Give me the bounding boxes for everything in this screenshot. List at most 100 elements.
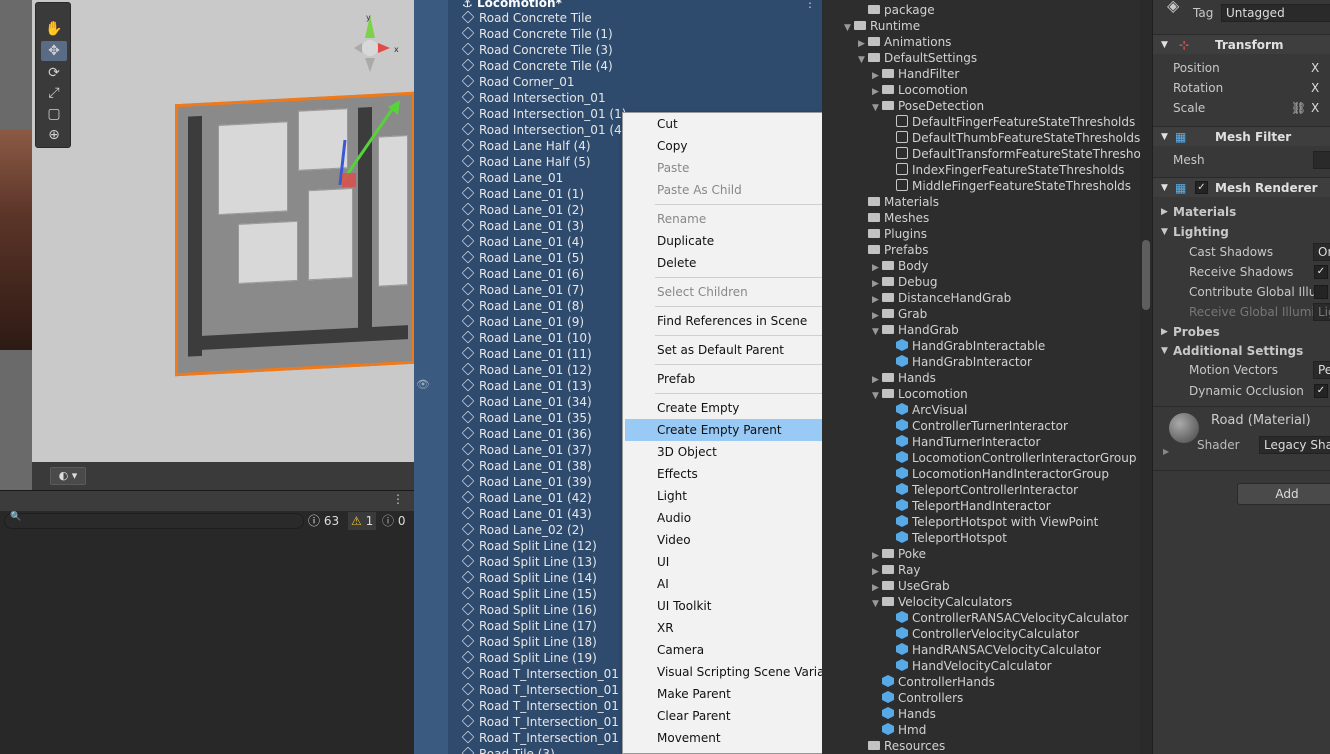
dynamic-occlusion-checkbox[interactable]: ✓ [1314,384,1328,398]
expand-arrow-icon[interactable]: ▶ [1163,447,1169,456]
project-asset[interactable]: TeleportHandInteractor [886,498,1051,514]
hierarchy-item[interactable]: Road Intersection_01 (1) [461,106,626,122]
hierarchy-item[interactable]: Road T_Intersection_01 (6 [461,714,635,730]
scene-root[interactable]: ⚓ Locomotion* [462,0,562,10]
collapse-arrow-icon[interactable]: ▼ [872,324,882,340]
hierarchy-item[interactable]: Road T_Intersection_01 (9 [461,730,635,746]
scene-menu-icon[interactable]: ⋮ [804,0,816,10]
project-folder[interactable]: ▼ DefaultSettings [858,50,977,66]
hierarchy-item[interactable]: Road Lane_01 (4) [461,234,584,250]
tag-dropdown[interactable]: Untagged [1221,4,1330,22]
project-asset[interactable]: ControllerHands [872,674,995,690]
hierarchy-item[interactable]: Road T_Intersection_01 (1 [461,682,635,698]
mesh-renderer-header[interactable]: ▼ ▦ ✓ Mesh Renderer [1153,177,1330,197]
hierarchy-item[interactable]: Road Lane_01 (39) [461,474,592,490]
collapse-arrow-icon[interactable]: ▼ [872,100,882,116]
error-count-badge[interactable]: ⓘ 0 [382,512,405,530]
hierarchy-item[interactable]: Road Split Line (17) [461,618,597,634]
project-asset[interactable]: ArcVisual [886,402,967,418]
project-asset[interactable]: DefaultFingerFeatureStateThresholds [886,114,1135,130]
warning-count-badge[interactable]: ⚠ 1 [348,512,377,530]
lighting-foldout[interactable]: ▼ Lighting [1153,222,1330,242]
project-asset[interactable]: TeleportHotspot [886,530,1007,546]
hierarchy-item[interactable]: Road Lane Half (5) [461,154,591,170]
hierarchy-item[interactable]: Road Split Line (13) [461,554,597,570]
scale-tool-icon[interactable]: ⤢ [41,83,67,103]
hierarchy-item[interactable]: Road Lane_01 (11) [461,346,592,362]
project-folder[interactable]: ▶ Poke [872,546,926,562]
project-folder[interactable]: ▶ Body [872,258,928,274]
mesh-field[interactable] [1313,151,1330,169]
hierarchy-item[interactable]: Road Tile (3) [461,746,555,754]
log-count-badge[interactable]: ⓘ 63 [308,512,339,530]
probes-foldout[interactable]: ▶ Probes [1153,322,1330,342]
project-folder[interactable]: Plugins [858,226,927,242]
cast-shadows-dropdown[interactable]: On [1313,243,1330,261]
transform-tool-icon[interactable]: ⊕ [41,125,67,145]
project-folder[interactable]: Prefabs [858,242,929,258]
project-folder[interactable]: ▶ Animations [858,34,951,50]
motion-vectors-dropdown[interactable]: Pe [1313,361,1330,379]
hierarchy-item[interactable]: Road Lane_01 (34) [461,394,592,410]
hierarchy-item[interactable]: Road Concrete Tile (1) [461,26,613,42]
hierarchy-item[interactable]: Road Split Line (18) [461,634,597,650]
hierarchy-item[interactable]: Road Corner_01 [461,74,575,90]
project-folder[interactable]: ▶ Ray [872,562,921,578]
project-scroll-thumb[interactable] [1142,240,1150,310]
more-menu-icon[interactable]: ⋮ [392,492,404,506]
hierarchy-item[interactable]: Road Lane_01 (10) [461,330,592,346]
rect-tool-icon[interactable]: ▢ [41,104,67,124]
project-asset[interactable]: TeleportControllerInteractor [886,482,1078,498]
hierarchy-item[interactable]: Road Lane_01 (12) [461,362,592,378]
hierarchy-item[interactable]: Road Intersection_01 (4) [461,122,626,138]
hierarchy-item[interactable]: Road Lane_01 (35) [461,410,592,426]
project-folder[interactable]: ▶ Locomotion [872,82,968,98]
project-asset[interactable]: ControllerRANSACVelocityCalculator [886,610,1128,626]
mesh-filter-header[interactable]: ▼ ▦ Mesh Filter [1153,126,1330,146]
view-options-button[interactable]: ◐ ▾ [50,467,86,485]
project-asset[interactable]: LocomotionControllerInteractorGroup [886,450,1136,466]
project-asset[interactable]: Controllers [872,690,963,706]
project-scrollbar[interactable] [1140,0,1152,754]
contribute-gi-checkbox[interactable] [1314,285,1328,299]
hierarchy-item[interactable]: Road Concrete Tile (3) [461,42,613,58]
visibility-eye-icon[interactable]: 👁 [416,378,430,391]
hierarchy-item[interactable]: Road Lane_01 (6) [461,266,584,282]
position-x-field[interactable]: X [1311,58,1319,78]
collapse-arrow-icon[interactable]: ▼ [872,596,882,612]
hierarchy-item[interactable]: Road Split Line (16) [461,602,597,618]
hierarchy-item[interactable]: Road Lane_01 (42) [461,490,592,506]
project-folder[interactable]: ▶ UseGrab [872,578,950,594]
project-asset[interactable]: DefaultThumbFeatureStateThresholds [886,130,1140,146]
project-asset[interactable]: HandGrabInteractable [886,338,1045,354]
project-folder[interactable]: ▶ Hands [872,370,936,386]
project-asset[interactable]: HandRANSACVelocityCalculator [886,642,1101,658]
project-asset[interactable]: TeleportHotspot with ViewPoint [886,514,1098,530]
hierarchy-item[interactable]: Road Lane_01 (37) [461,442,592,458]
hand-tool-icon[interactable]: ✋ [41,19,67,39]
hierarchy-item[interactable]: Road Concrete Tile (4) [461,58,613,74]
hierarchy-item[interactable]: Road Lane_01 (2) [461,202,584,218]
hierarchy-item[interactable]: Road Lane_01 (43) [461,506,592,522]
collapse-arrow-icon[interactable]: ▼ [858,52,868,68]
additional-settings-foldout[interactable]: ▼ Additional Settings [1153,341,1330,361]
hierarchy-item[interactable]: Road Lane_01 (5) [461,250,584,266]
project-asset[interactable]: HandGrabInteractor [886,354,1032,370]
project-asset[interactable]: MiddleFingerFeatureStateThresholds [886,178,1131,194]
console-search-input[interactable]: 🔍 [4,512,304,529]
move-handle[interactable] [330,95,410,205]
project-folder[interactable]: ▼ Locomotion [872,386,968,402]
project-asset[interactable]: HandVelocityCalculator [886,658,1052,674]
hierarchy-item[interactable]: Road Lane_02 (2) [461,522,584,538]
hierarchy-item[interactable]: Road Split Line (15) [461,586,597,602]
scene-gizmo[interactable]: y x [340,10,400,75]
materials-foldout[interactable]: ▶ Materials [1153,202,1330,222]
rotation-x-field[interactable]: X [1311,78,1319,98]
project-folder[interactable]: ▶ Grab [872,306,927,322]
hierarchy-item[interactable]: Road Lane_01 (13) [461,378,592,394]
receive-shadows-checkbox[interactable]: ✓ [1314,265,1328,279]
project-folder[interactable]: ▼ HandGrab [872,322,959,338]
project-folder[interactable]: ▼ VelocityCalculators [872,594,1012,610]
hierarchy-item[interactable]: Road Intersection_01 [461,90,606,106]
hierarchy-item[interactable]: Road Lane_01 [461,170,563,186]
